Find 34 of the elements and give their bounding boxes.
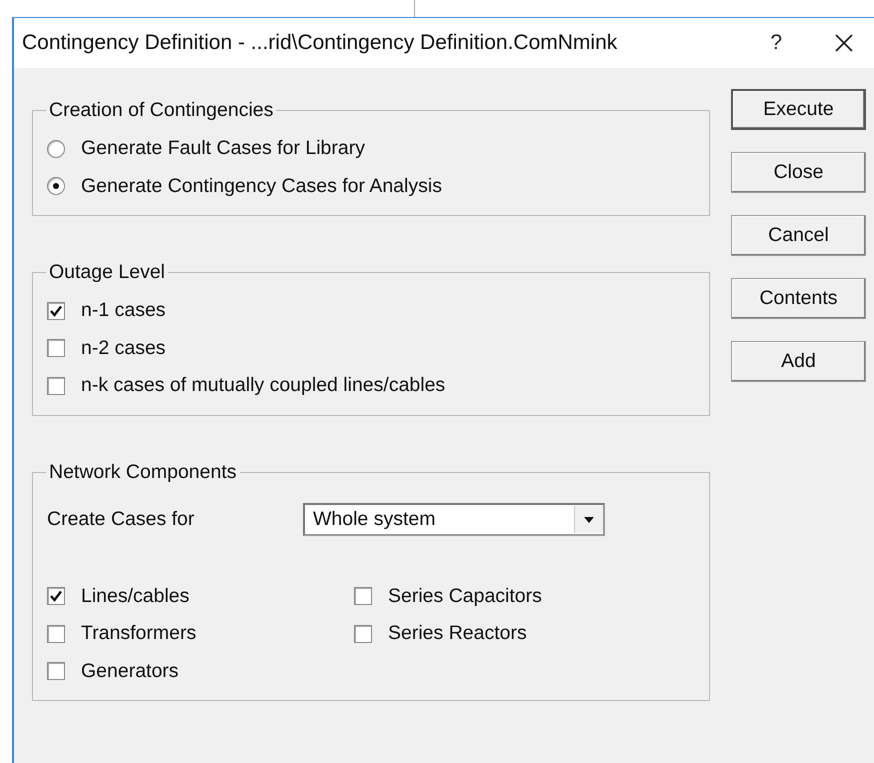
group-title: Network Components — [48, 460, 238, 484]
option-label: n-1 cases — [81, 299, 166, 322]
checkbox[interactable] — [47, 624, 65, 643]
dialog-button[interactable]: Execute — [731, 89, 866, 130]
checkbox[interactable] — [47, 376, 65, 395]
option-label: n-k cases of mutually coupled lines/cables — [81, 374, 446, 398]
close-icon — [834, 33, 854, 53]
checkbox[interactable] — [47, 302, 65, 320]
checkbox[interactable] — [47, 662, 65, 680]
caret-icon — [584, 516, 594, 522]
dialog-button[interactable]: Close — [731, 152, 866, 193]
option-label: n-2 cases — [81, 336, 166, 360]
dropdown[interactable]: Whole system — [303, 503, 605, 536]
checkbox[interactable] — [354, 624, 372, 643]
radio-button[interactable] — [47, 177, 65, 196]
group-title: Outage Level — [48, 261, 166, 284]
checkbox[interactable] — [354, 587, 372, 606]
dialog-button[interactable]: Add — [731, 341, 866, 382]
window-title: Contingency Definition - ...rid\Contingency Definition.ComNmink — [22, 31, 618, 55]
help-button[interactable]: ? — [764, 27, 788, 59]
checkbox[interactable] — [47, 587, 65, 606]
option-label: Transformers — [81, 622, 196, 646]
checkbox[interactable] — [47, 339, 65, 358]
option-label: Series Capacitors — [388, 584, 542, 608]
dialog-button[interactable]: Contents — [731, 278, 866, 319]
option-label: Series Reactors — [388, 622, 527, 646]
option-label: Generate Fault Cases for Library — [81, 137, 365, 160]
group-title: Creation of Contingencies — [48, 99, 274, 122]
option-label: Generate Contingency Cases for Analysis — [81, 174, 442, 198]
dialog-button[interactable]: Cancel — [731, 215, 866, 256]
option-label: Lines/cables — [81, 584, 190, 608]
radio-button[interactable] — [47, 140, 65, 158]
dropdown-label: Create Cases for — [47, 508, 196, 531]
option-label: Generators — [81, 660, 179, 683]
